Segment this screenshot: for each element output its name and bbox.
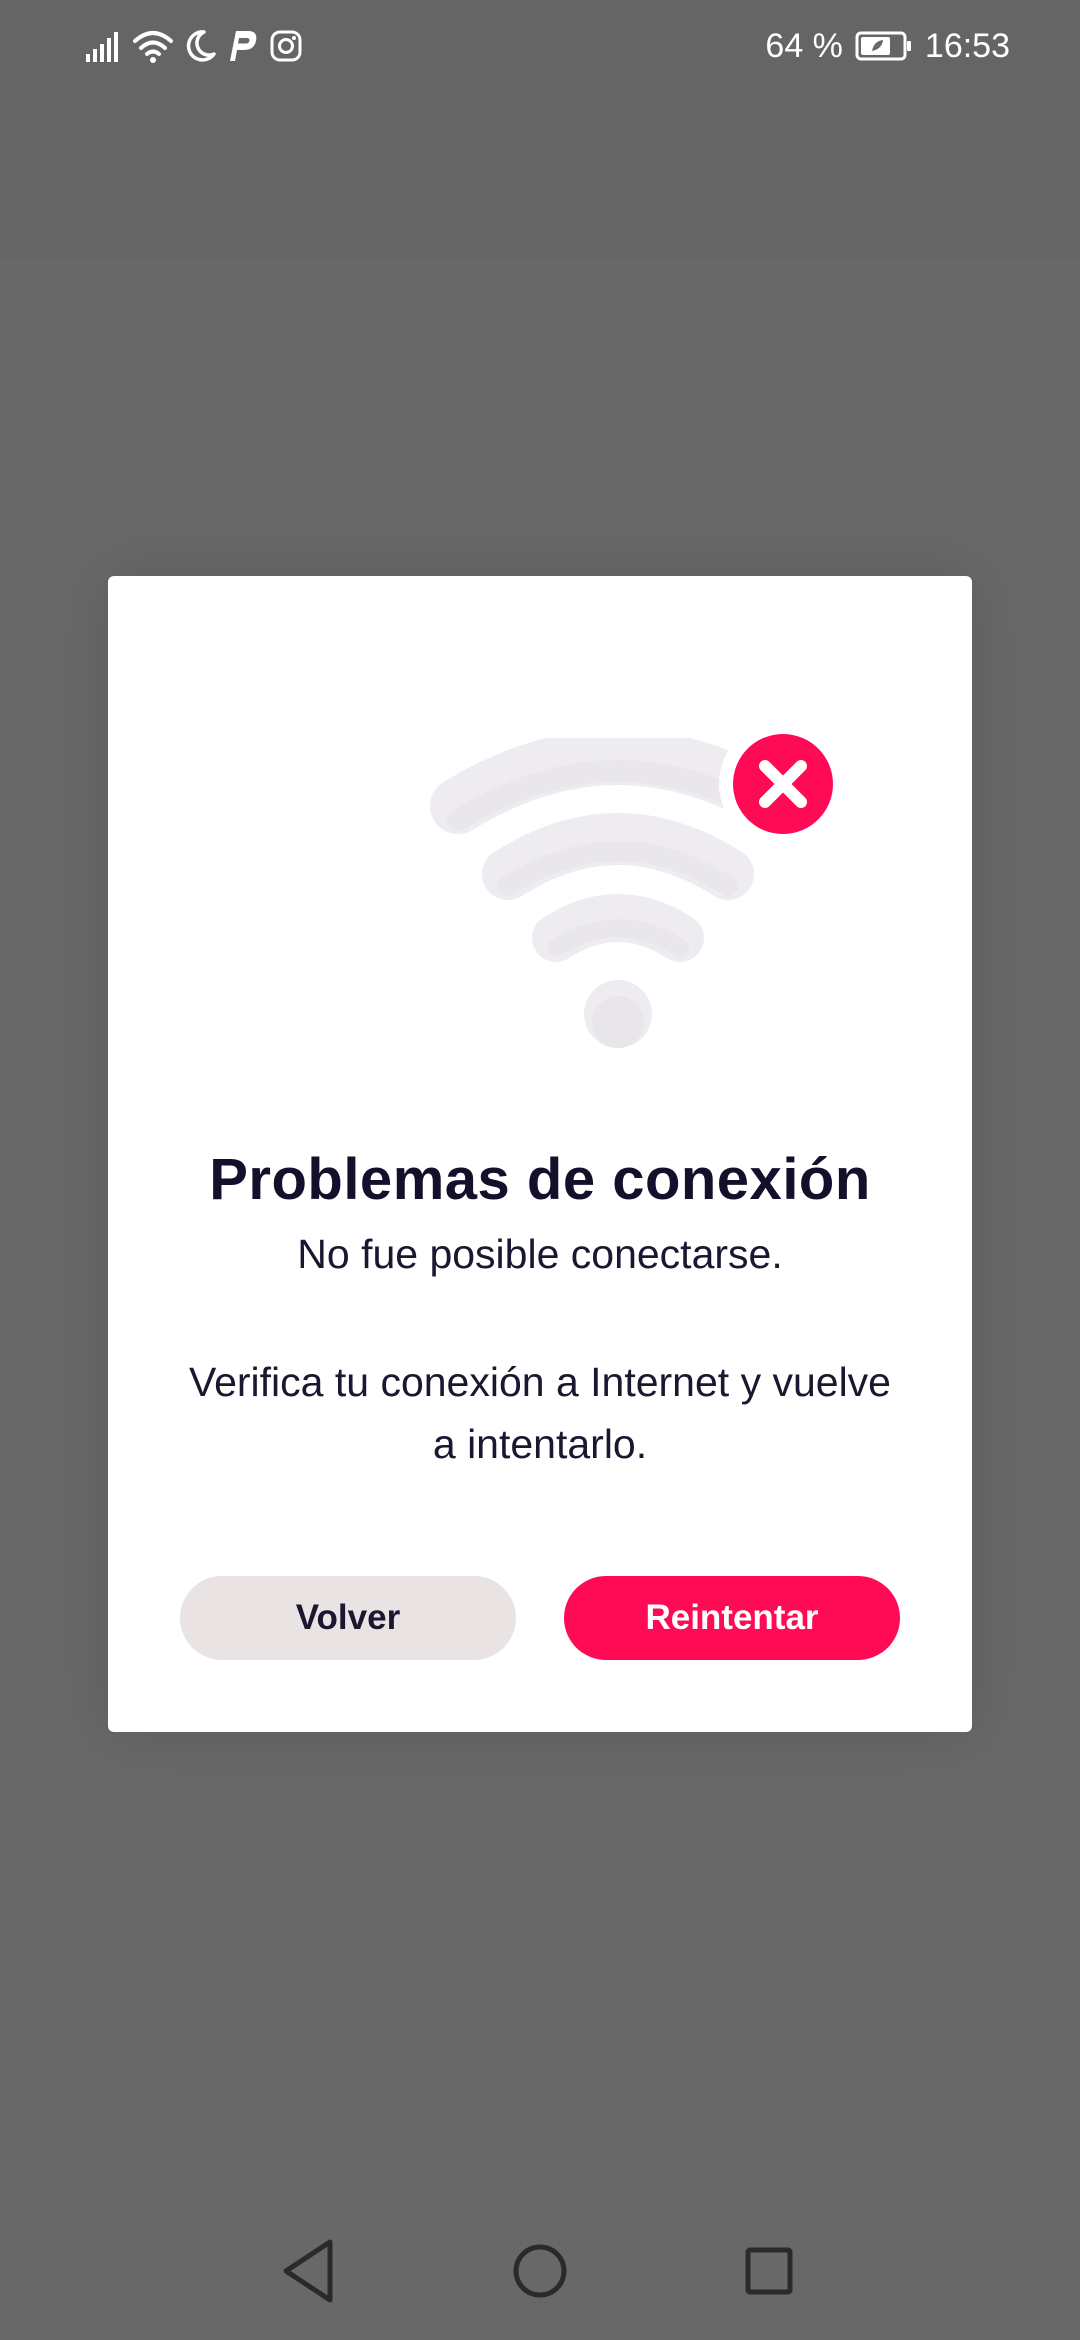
- wifi-off-illustration: [430, 729, 833, 1048]
- battery-percent: 64 %: [765, 27, 843, 65]
- signal-icon: [86, 32, 118, 62]
- battery-icon: [855, 31, 911, 61]
- moon-icon: [186, 30, 216, 62]
- back-nav-icon[interactable]: [264, 2226, 354, 2316]
- navigation-bar: [0, 2220, 1080, 2340]
- recents-nav-icon[interactable]: [724, 2226, 814, 2316]
- connection-error-dialog: Problemas de conexión No fue posible con…: [108, 576, 972, 1732]
- clock: 16:53: [924, 27, 1010, 65]
- wifi-icon: [133, 31, 173, 63]
- retry-button[interactable]: Reintentar: [564, 1576, 900, 1660]
- dialog-title: Problemas de conexión: [209, 1147, 871, 1212]
- parking-app-icon: [230, 31, 257, 61]
- status-icons-left: [86, 24, 302, 68]
- back-button[interactable]: Volver: [180, 1576, 516, 1660]
- status-bar: 64 % 16:53: [0, 0, 1080, 92]
- dialog-subtitle: No fue posible conectarse.: [297, 1231, 783, 1277]
- dialog-message: Verifica tu conexión a Internet y vuelve…: [189, 1359, 891, 1467]
- home-nav-icon[interactable]: [495, 2226, 585, 2316]
- status-info-right: 64 % 16:53: [765, 24, 1010, 68]
- screen: 64 % 16:53 Problemas de conexión No fue …: [0, 0, 1080, 2340]
- instagram-icon: [270, 30, 302, 62]
- error-x-icon: [733, 734, 833, 834]
